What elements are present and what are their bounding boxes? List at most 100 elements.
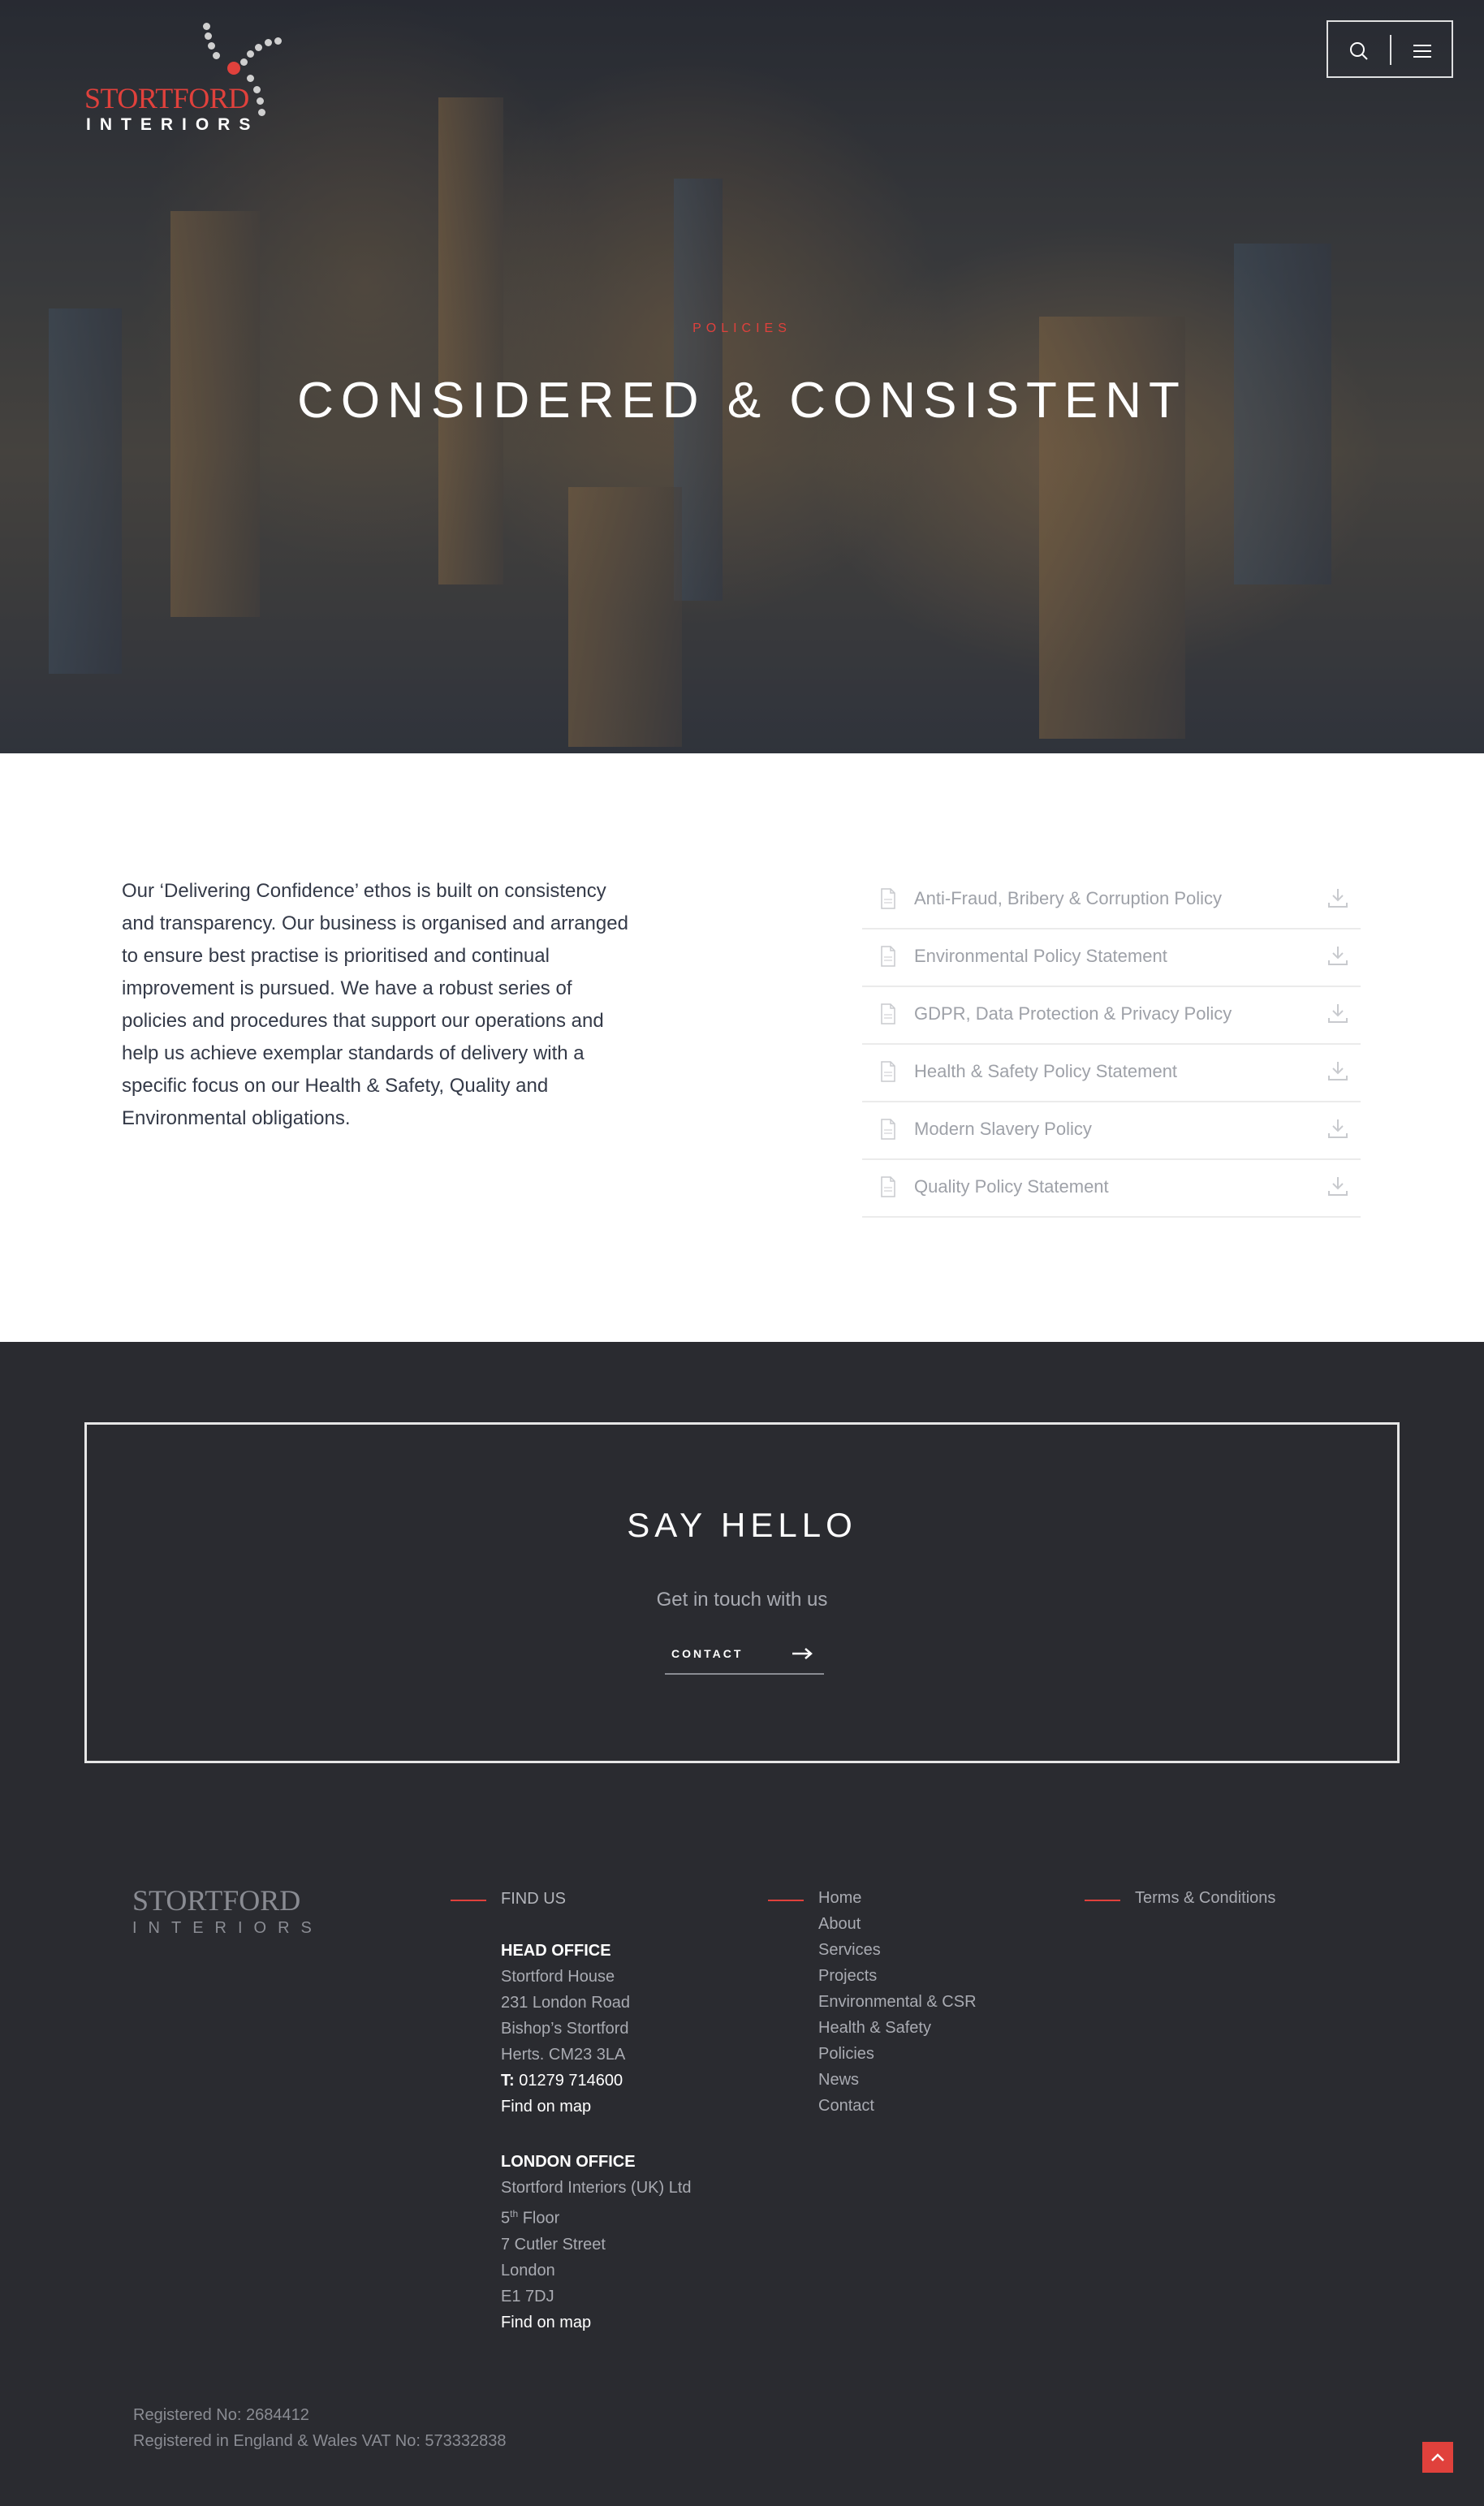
address-line: 231 London Road	[501, 1994, 631, 2012]
header-nav-box	[1327, 20, 1453, 78]
search-icon[interactable]	[1346, 38, 1372, 64]
policy-label: Modern Slavery Policy	[914, 1119, 1092, 1139]
footer-link-home[interactable]: Home	[818, 1885, 977, 1911]
footer-menu: Home About Services Projects Environment…	[768, 1889, 977, 2119]
phone-line: T: 01279 714600	[501, 2068, 692, 2094]
footer-link-contact[interactable]: Contact	[818, 2093, 977, 2119]
registration-info: Registered No: 2684412 Registered in Eng…	[133, 2402, 507, 2454]
policy-item[interactable]: Modern Slavery Policy	[862, 1102, 1361, 1160]
footer-logo[interactable]: STORTFORD INTERIORS	[132, 1883, 323, 1940]
policy-label: Health & Safety Policy Statement	[914, 1061, 1178, 1081]
policy-label: Anti-Fraud, Bribery & Corruption Policy	[914, 888, 1223, 908]
address-line: Herts. CM23 3LA	[501, 2046, 626, 2064]
address-line: 5th Floor	[501, 2201, 692, 2232]
find-on-map-link[interactable]: Find on map	[501, 2314, 591, 2331]
policy-list: Anti-Fraud, Bribery & Corruption Policy …	[862, 872, 1361, 1218]
policy-label: GDPR, Data Protection & Privacy Policy	[914, 1003, 1232, 1024]
arrow-right-icon	[792, 1648, 813, 1659]
address-line: E1 7DJ	[501, 2287, 554, 2305]
footer-link-services[interactable]: Services	[818, 1937, 977, 1963]
document-icon	[880, 1061, 896, 1082]
document-icon	[880, 1003, 896, 1024]
footer-link-projects[interactable]: Projects	[818, 1963, 977, 1989]
address-line: Bishop’s Stortford	[501, 2020, 629, 2038]
address-line: 7 Cutler Street	[501, 2235, 606, 2254]
accent-dash	[768, 1900, 804, 1901]
footer-link-environmental[interactable]: Environmental & CSR	[818, 1989, 977, 2015]
accent-dash	[1085, 1900, 1120, 1901]
address-line: London	[501, 2261, 555, 2280]
say-hello-subtitle: Get in touch with us	[656, 1589, 828, 1611]
document-icon	[880, 946, 896, 967]
floor-suffix: th	[510, 2208, 519, 2219]
footer-logo-subtitle: INTERIORS	[132, 1919, 323, 1937]
nav-divider	[1390, 35, 1391, 65]
footer-logo-wordmark: STORTFORD	[132, 1884, 301, 1917]
chevron-up-icon	[1431, 2453, 1444, 2461]
policy-item[interactable]: Health & Safety Policy Statement	[862, 1045, 1361, 1102]
london-office-title: LONDON OFFICE	[501, 2153, 636, 2171]
logo-dot	[253, 86, 261, 93]
logo-dot	[258, 109, 265, 116]
back-to-top-button[interactable]	[1422, 2442, 1453, 2473]
footer-link-health-safety[interactable]: Health & Safety	[818, 2015, 977, 2041]
logo-dot	[274, 37, 282, 45]
footer-legal: Terms & Conditions	[1085, 1889, 1275, 1911]
phone-label: T:	[501, 2072, 515, 2090]
hero-eyebrow: POLICIES	[692, 321, 792, 335]
policy-label: Environmental Policy Statement	[914, 946, 1167, 966]
document-icon	[880, 888, 896, 909]
logo-dot	[205, 32, 212, 40]
footer-find-us: FIND US HEAD OFFICE Stortford House 231 …	[451, 1890, 692, 2336]
logo-dot	[255, 44, 262, 51]
logo-dot	[247, 50, 254, 58]
find-on-map-link[interactable]: Find on map	[501, 2098, 591, 2116]
floor-number: 5	[501, 2209, 511, 2228]
logo-dot	[203, 23, 210, 30]
say-hello-title: SAY HELLO	[627, 1506, 857, 1544]
page-title: CONSIDERED & CONSISTENT	[297, 373, 1187, 429]
logo-dot	[257, 97, 264, 105]
intro-text: Our ‘Delivering Confidence’ ethos is bui…	[122, 880, 628, 1129]
policy-item[interactable]: Quality Policy Statement	[862, 1160, 1361, 1218]
footer-link-news[interactable]: News	[818, 2067, 977, 2093]
vat-number: Registered in England & Wales VAT No: 57…	[133, 2432, 507, 2450]
download-icon[interactable]	[1327, 1002, 1349, 1024]
floor-word: Floor	[522, 2209, 560, 2228]
footer-link-terms[interactable]: Terms & Conditions	[1135, 1885, 1275, 1911]
footer-link-policies[interactable]: Policies	[818, 2041, 977, 2067]
logo-wordmark: STORTFORD	[84, 82, 249, 114]
company-name: Stortford Interiors (UK) Ltd	[501, 2179, 692, 2197]
footer-link-about[interactable]: About	[818, 1911, 977, 1937]
find-us-heading: FIND US	[501, 1890, 566, 1908]
registered-number: Registered No: 2684412	[133, 2406, 309, 2424]
logo-subtitle: INTERIORS	[86, 115, 260, 134]
policy-item[interactable]: Anti-Fraud, Bribery & Corruption Policy	[862, 872, 1361, 930]
download-icon[interactable]	[1327, 1059, 1349, 1082]
logo-dot	[208, 42, 215, 50]
phone-link[interactable]: 01279 714600	[519, 2072, 623, 2090]
head-office-title: HEAD OFFICE	[501, 1942, 611, 1960]
download-icon[interactable]	[1327, 886, 1349, 909]
hamburger-menu-icon[interactable]	[1409, 38, 1435, 64]
hero-banner: STORTFORD INTERIORS POLICIES CONSIDERED …	[0, 0, 1484, 753]
policies-section: Our ‘Delivering Confidence’ ethos is bui…	[0, 753, 1484, 1342]
contact-button-label: CONTACT	[671, 1647, 744, 1660]
logo-dot	[240, 58, 248, 66]
policy-item[interactable]: Environmental Policy Statement	[862, 930, 1361, 987]
download-icon[interactable]	[1327, 1175, 1349, 1197]
contact-button[interactable]: CONTACT	[665, 1637, 824, 1675]
site-logo[interactable]: STORTFORD INTERIORS	[84, 19, 296, 141]
policy-label: Quality Policy Statement	[914, 1176, 1109, 1197]
document-icon	[880, 1119, 896, 1140]
accent-dash	[451, 1900, 486, 1901]
logo-dot	[213, 52, 220, 59]
download-icon[interactable]	[1327, 944, 1349, 967]
logo-dot	[265, 39, 272, 46]
logo-dot	[227, 62, 240, 75]
download-icon[interactable]	[1327, 1117, 1349, 1140]
say-hello-box: SAY HELLO Get in touch with us CONTACT	[84, 1422, 1400, 1763]
policy-item[interactable]: GDPR, Data Protection & Privacy Policy	[862, 987, 1361, 1045]
address-line: Stortford House	[501, 1968, 615, 1986]
document-icon	[880, 1176, 896, 1197]
